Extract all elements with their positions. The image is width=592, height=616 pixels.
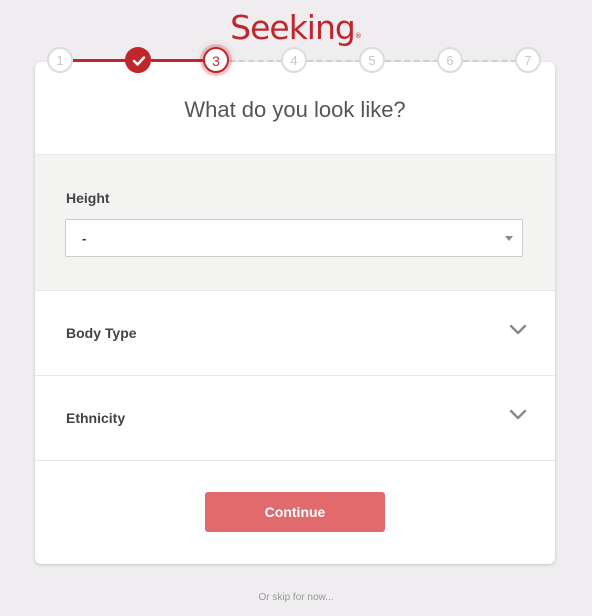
height-label: Height (66, 190, 110, 206)
caret-down-icon (505, 236, 513, 241)
step-4: 4 (281, 47, 307, 73)
progress-line-pending (463, 60, 517, 62)
progress-line-pending (307, 60, 361, 62)
profile-card: What do you look like? Height - Body Typ… (35, 62, 555, 564)
body-type-label: Body Type (66, 325, 137, 341)
progress-line-complete (151, 59, 205, 62)
seeking-logo: Seeking® (230, 8, 362, 47)
body-type-accordion[interactable]: Body Type (35, 290, 555, 376)
page-title: What do you look like? (184, 97, 406, 122)
height-section: Height - (35, 154, 555, 291)
step-1: 1 (47, 47, 73, 73)
step-5: 5 (359, 47, 385, 73)
step-7: 7 (515, 47, 541, 73)
progress-line-complete (73, 59, 127, 62)
progress-line-pending (229, 60, 283, 62)
ethnicity-label: Ethnicity (66, 410, 126, 426)
step-2 (125, 47, 151, 73)
step-3: 3 (203, 47, 229, 73)
skip-link[interactable]: Or skip for now... (0, 592, 592, 603)
ethnicity-accordion[interactable]: Ethnicity (35, 375, 555, 461)
height-select[interactable]: - (65, 219, 523, 257)
height-select-value: - (82, 231, 87, 246)
chevron-down-icon (509, 324, 527, 335)
progress-line-pending (385, 60, 439, 62)
continue-button[interactable]: Continue (205, 492, 385, 532)
chevron-down-icon (509, 409, 527, 420)
step-6: 6 (437, 47, 463, 73)
check-icon (132, 56, 146, 66)
